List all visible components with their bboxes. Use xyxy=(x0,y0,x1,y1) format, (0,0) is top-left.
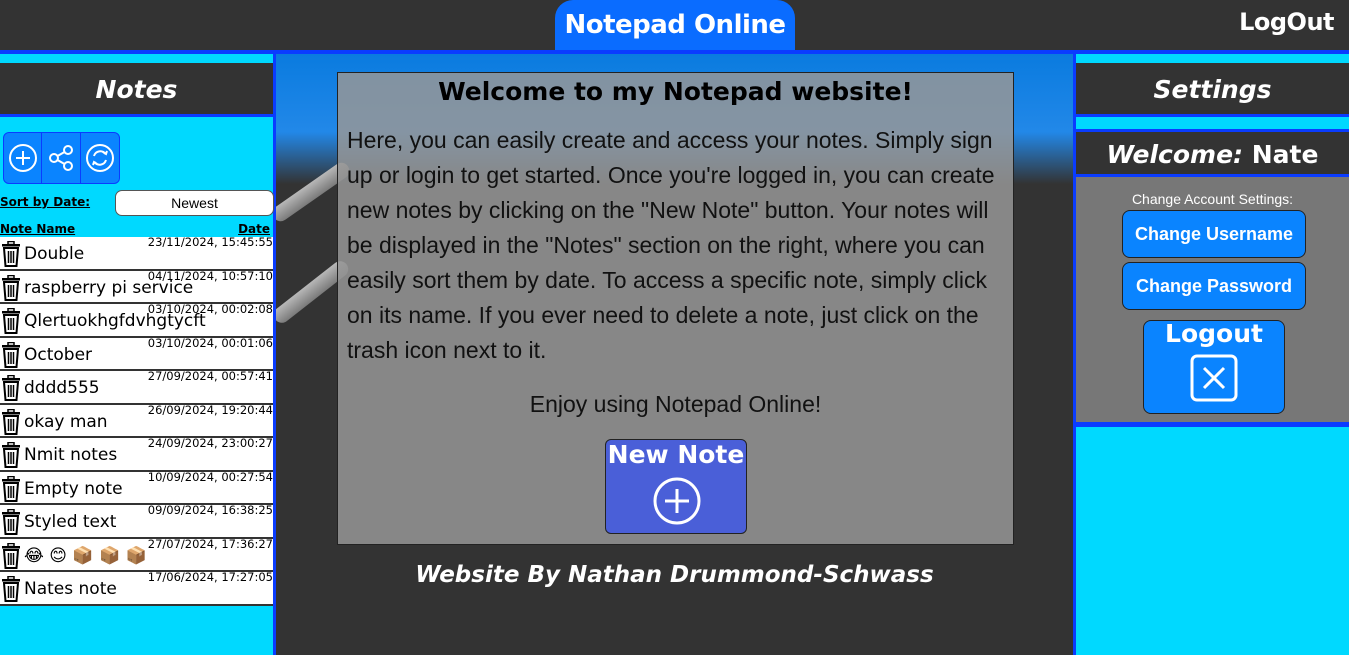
note-name[interactable]: okay man xyxy=(24,412,108,432)
username: Nate xyxy=(1251,140,1319,169)
note-row[interactable]: Double 23/11/2024, 15:45:55 xyxy=(0,235,273,271)
trash-icon[interactable] xyxy=(0,274,22,301)
logout-link[interactable]: LogOut xyxy=(1239,8,1334,36)
sort-label: Sort by Date: xyxy=(0,195,91,209)
enjoy-text: Enjoy using Notepad Online! xyxy=(529,391,822,417)
trash-icon[interactable] xyxy=(0,408,22,435)
add-circle-icon xyxy=(653,477,701,525)
change-username-button[interactable]: Change Username xyxy=(1122,210,1306,258)
note-date: 27/09/2024, 00:57:41 xyxy=(147,369,273,383)
settings-panel-title: Settings xyxy=(1076,63,1349,117)
note-name[interactable]: October xyxy=(24,345,92,365)
share-icon xyxy=(49,145,74,171)
refresh-icon xyxy=(85,144,114,172)
trash-icon[interactable] xyxy=(0,576,22,602)
trash-icon[interactable] xyxy=(0,308,22,334)
column-header-date[interactable]: Date xyxy=(238,222,270,236)
trash-icon[interactable] xyxy=(0,341,22,368)
change-password-button[interactable]: Change Password xyxy=(1122,262,1306,310)
sort-select[interactable]: Newest xyxy=(115,190,274,216)
change-account-label: Change Account Settings: xyxy=(1131,191,1294,207)
note-date: 03/10/2024, 00:01:06 xyxy=(147,335,273,350)
welcome-user: Welcome: Nate xyxy=(1076,129,1349,177)
trash-icon[interactable] xyxy=(0,475,22,502)
note-name[interactable]: Nmit notes xyxy=(24,445,117,465)
note-name[interactable]: Styled text xyxy=(24,512,116,532)
note-date: 09/09/2024, 16:38:25 xyxy=(147,503,273,517)
account-settings-box: Change Account Settings: Change Username… xyxy=(1076,177,1349,427)
note-name[interactable]: dddd555 xyxy=(24,378,100,398)
trash-icon[interactable] xyxy=(0,442,22,468)
note-row[interactable]: Nmit notes 24/09/2024, 23:00:27 xyxy=(0,436,273,472)
welcome-title: Welcome to my Notepad website! xyxy=(438,77,913,106)
note-date: 03/10/2024, 00:02:08 xyxy=(147,302,273,316)
note-name[interactable]: Empty note xyxy=(24,479,123,499)
note-date: 10/09/2024, 00:27:54 xyxy=(147,469,273,484)
note-row[interactable]: Nates note 17/06/2024, 17:27:05 xyxy=(0,570,273,606)
note-date: 23/11/2024, 15:45:55 xyxy=(147,235,273,249)
note-row[interactable]: October 03/10/2024, 00:01:06 xyxy=(0,335,273,371)
note-row[interactable]: 😂 😊 📦 📦 📦 27/07/2024, 17:36:27 xyxy=(0,536,273,572)
new-note-button[interactable]: New Note xyxy=(605,439,747,534)
trash-icon[interactable] xyxy=(0,509,22,535)
new-note-label: New Note xyxy=(607,440,745,469)
note-row[interactable]: okay man 26/09/2024, 19:20:44 xyxy=(0,402,273,438)
add-circle-icon xyxy=(8,144,37,172)
trash-icon[interactable] xyxy=(0,542,22,569)
note-row[interactable]: Qlertuokhgfdvhgtycft 03/10/2024, 00:02:08 xyxy=(0,302,273,338)
trash-icon[interactable] xyxy=(0,241,22,267)
note-date: 17/06/2024, 17:27:05 xyxy=(147,570,273,584)
share-button[interactable] xyxy=(42,133,81,183)
note-row[interactable]: dddd555 27/09/2024, 00:57:41 xyxy=(0,369,273,405)
notes-panel: Notes Sort by Date: Newest Note Name Dat… xyxy=(0,54,276,655)
welcome-box: Welcome to my Notepad website! Here, you… xyxy=(337,72,1014,545)
note-date: 24/09/2024, 23:00:27 xyxy=(147,436,273,450)
refresh-button[interactable] xyxy=(81,133,119,183)
settings-panel: Settings Welcome: Nate Change Account Se… xyxy=(1073,54,1349,655)
notes-list: Double 23/11/2024, 15:45:55 raspberry pi s… xyxy=(0,235,273,606)
note-name[interactable]: Double xyxy=(24,244,84,264)
notes-toolbar xyxy=(3,132,120,184)
welcome-text: Here, you can easily create and access y… xyxy=(347,127,995,363)
note-row[interactable]: raspberry pi service 04/11/2024, 10:57:10 xyxy=(0,268,273,304)
notes-panel-title: Notes xyxy=(0,63,273,117)
note-date: 04/11/2024, 10:57:10 xyxy=(147,268,273,283)
note-row[interactable]: Empty note 10/09/2024, 00:27:54 xyxy=(0,469,273,505)
trash-icon[interactable] xyxy=(0,375,22,401)
note-name[interactable]: Nates note xyxy=(24,579,117,599)
logout-label: Logout xyxy=(1165,319,1263,348)
column-header-name[interactable]: Note Name xyxy=(0,222,75,236)
note-name[interactable]: 😂 😊 📦 📦 📦 xyxy=(24,546,147,566)
close-icon xyxy=(1190,354,1238,402)
logout-button[interactable]: Logout xyxy=(1143,319,1285,414)
footer-credit: Website By Nathan Drummond-Schwass xyxy=(415,562,934,588)
welcome-label: Welcome: xyxy=(1106,140,1244,169)
top-bar: Notepad Online LogOut xyxy=(0,0,1349,52)
note-row[interactable]: Styled text 09/09/2024, 16:38:25 xyxy=(0,503,273,539)
site-title: Notepad Online xyxy=(555,0,795,50)
main-content: Welcome to my Notepad website! Here, you… xyxy=(276,54,1073,655)
note-date: 27/07/2024, 17:36:27 xyxy=(147,536,273,551)
add-note-button[interactable] xyxy=(4,133,43,183)
note-date: 26/09/2024, 19:20:44 xyxy=(147,402,273,417)
